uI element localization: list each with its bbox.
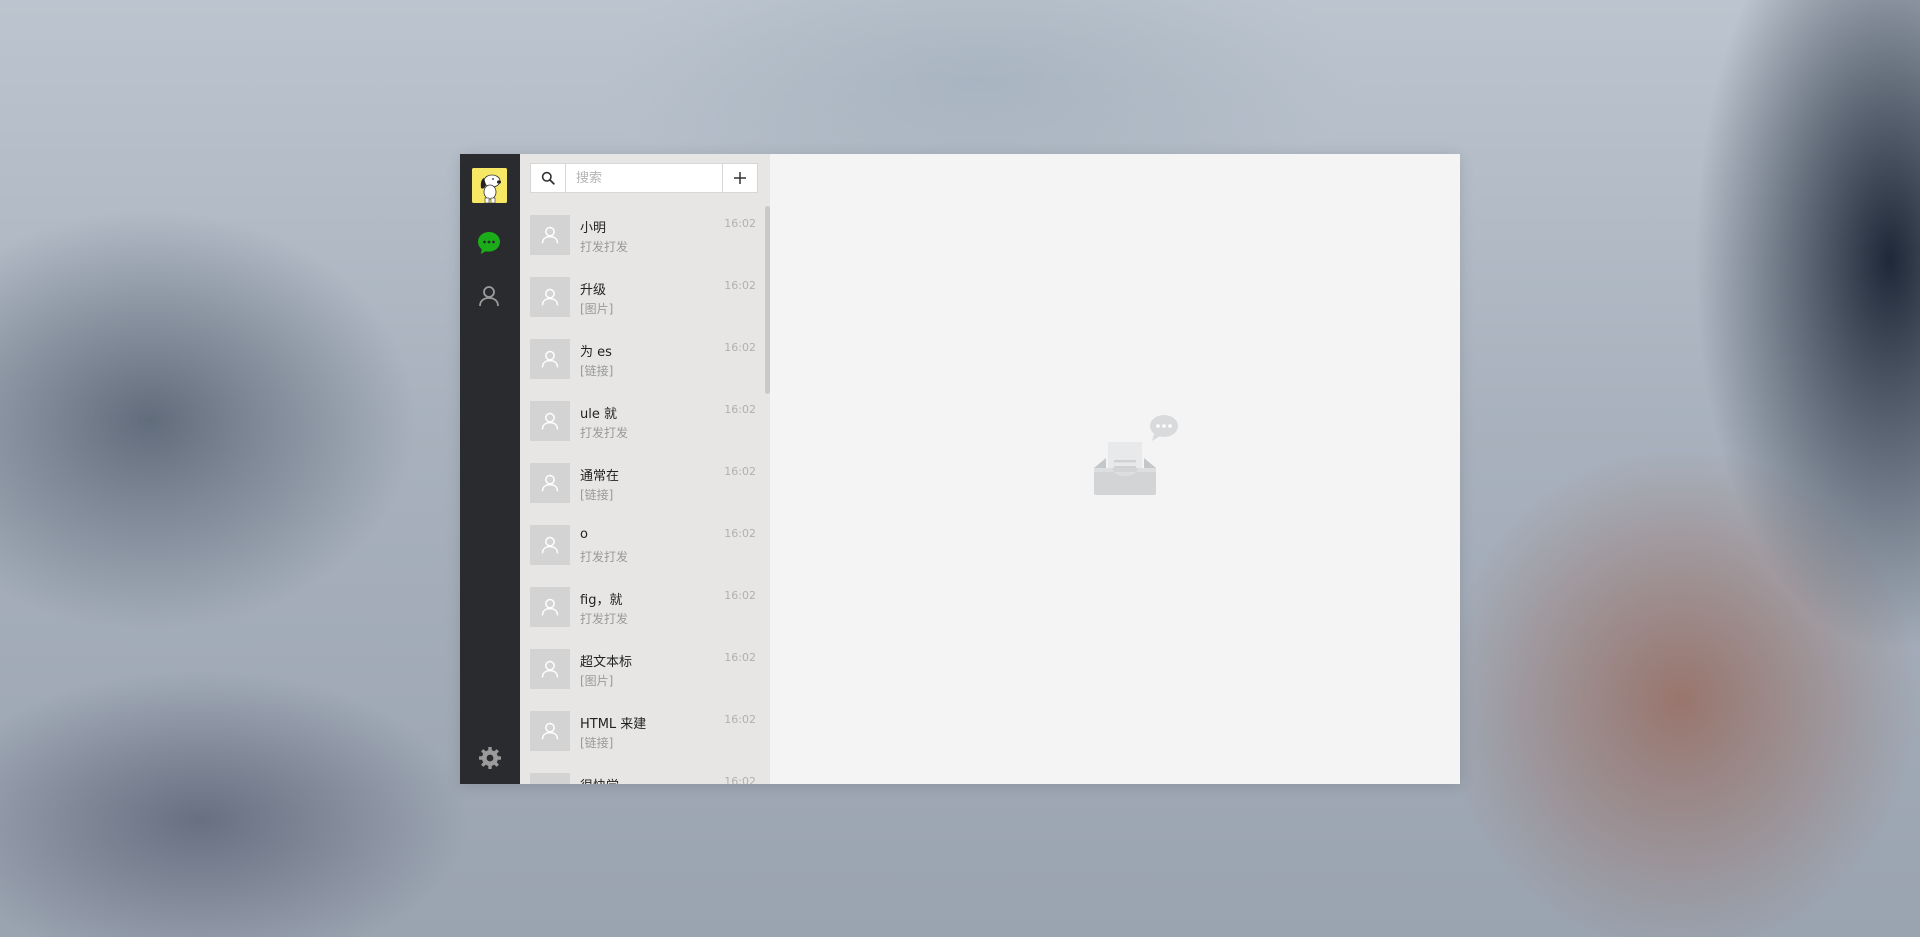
default-avatar-icon	[541, 660, 559, 678]
message-time: 16:02	[724, 713, 756, 726]
conversation-item[interactable]: 为 es [链接] 16:02	[520, 330, 770, 392]
message-preview: 打发打发	[580, 426, 629, 440]
contact-name: 为 es	[580, 345, 612, 360]
chat-bubble-icon	[478, 232, 500, 254]
message-time: 16:02	[724, 775, 756, 784]
search-icon	[541, 171, 555, 185]
conversation-item[interactable]: HTML 来建 [链接] 16:02	[520, 702, 770, 764]
nav-settings-button[interactable]	[478, 746, 502, 770]
message-time: 16:02	[724, 279, 756, 292]
contact-avatar	[530, 711, 570, 751]
message-time: 16:02	[724, 217, 756, 230]
conversation-panel: 小明打发打发16:02升级[图片]16:02为 es[链接]16:02ule 就…	[520, 154, 770, 784]
contact-name: HTML 来建	[580, 717, 647, 732]
message-time: 16:02	[724, 589, 756, 602]
person-icon	[479, 286, 499, 307]
gear-icon	[479, 747, 501, 769]
search-button[interactable]	[530, 163, 566, 193]
plus-icon	[734, 172, 746, 184]
contact-name: fig，就	[580, 593, 623, 608]
default-avatar-icon	[541, 350, 559, 368]
contact-name: 小明	[580, 221, 607, 236]
conversation-item[interactable]: 升级 [图片] 16:02	[520, 268, 770, 330]
message-time: 16:02	[724, 341, 756, 354]
message-preview: [图片]	[580, 302, 614, 316]
default-avatar-icon	[541, 474, 559, 492]
user-avatar[interactable]	[472, 168, 507, 203]
default-avatar-icon	[541, 226, 559, 244]
message-time: 16:02	[724, 465, 756, 478]
add-button[interactable]	[722, 163, 758, 193]
snoopy-avatar-icon	[472, 168, 507, 203]
default-avatar-icon	[540, 783, 560, 784]
conversation-item[interactable]: 超文本标 [图片] 16:02	[520, 640, 770, 702]
conversation-item[interactable]: o 打发打发 16:02	[520, 516, 770, 578]
message-time: 16:02	[724, 403, 756, 416]
message-preview: [链接]	[580, 488, 614, 502]
default-avatar-icon	[541, 288, 559, 306]
contact-avatar	[530, 215, 570, 255]
message-preview: 打发打发	[580, 240, 629, 254]
contact-name: 超文本标	[580, 655, 633, 670]
chat-app-window: 小明打发打发16:02升级[图片]16:02为 es[链接]16:02ule 就…	[460, 154, 1460, 784]
conversation-item[interactable]: 通常在 [链接] 16:02	[520, 454, 770, 516]
search-input[interactable]	[566, 163, 722, 193]
message-preview: 打发打发	[580, 612, 629, 626]
conversation-item[interactable]: ule 就打发打发 16:02	[520, 392, 770, 454]
left-nav-bar	[460, 154, 520, 784]
message-preview: [链接]	[580, 736, 614, 750]
contact-name: 很快学	[580, 775, 619, 784]
conversation-item[interactable]: 小明打发打发 16:02	[520, 206, 770, 268]
conversation-item[interactable]: 很快学 16:02	[520, 764, 770, 784]
nav-chat-button[interactable]	[476, 230, 502, 256]
default-avatar-icon	[541, 412, 559, 430]
contact-name: 通常在	[580, 469, 620, 484]
message-preview: [图片]	[580, 674, 614, 688]
default-avatar-icon	[541, 598, 559, 616]
contact-avatar	[530, 277, 570, 317]
default-avatar-icon	[541, 722, 559, 740]
search-bar	[530, 163, 758, 193]
message-preview: [链接]	[580, 364, 614, 378]
conversation-item[interactable]: fig，就打发打发 16:02	[520, 578, 770, 640]
contact-avatar	[530, 649, 570, 689]
contact-avatar	[530, 401, 570, 441]
empty-state	[1080, 412, 1180, 512]
empty-inbox-icon	[1094, 415, 1178, 495]
contact-name: ule 就	[580, 407, 617, 422]
message-time: 16:02	[724, 527, 756, 540]
message-preview: 打发打发	[580, 550, 629, 564]
contact-avatar	[530, 525, 570, 565]
contact-name: o	[580, 527, 588, 542]
default-avatar-icon	[541, 536, 559, 554]
conversation-list: 小明 打发打发 16:02 升级 [图片] 16:02 为 es [链接] 16:02 ule 就…	[520, 206, 770, 784]
contact-name: 升级	[580, 283, 607, 298]
chat-main-area	[770, 154, 1460, 784]
contact-avatar	[530, 773, 570, 784]
contact-avatar	[530, 463, 570, 503]
contact-avatar	[530, 339, 570, 379]
contact-avatar	[530, 587, 570, 627]
nav-contacts-button[interactable]	[477, 284, 501, 308]
message-time: 16:02	[724, 651, 756, 664]
